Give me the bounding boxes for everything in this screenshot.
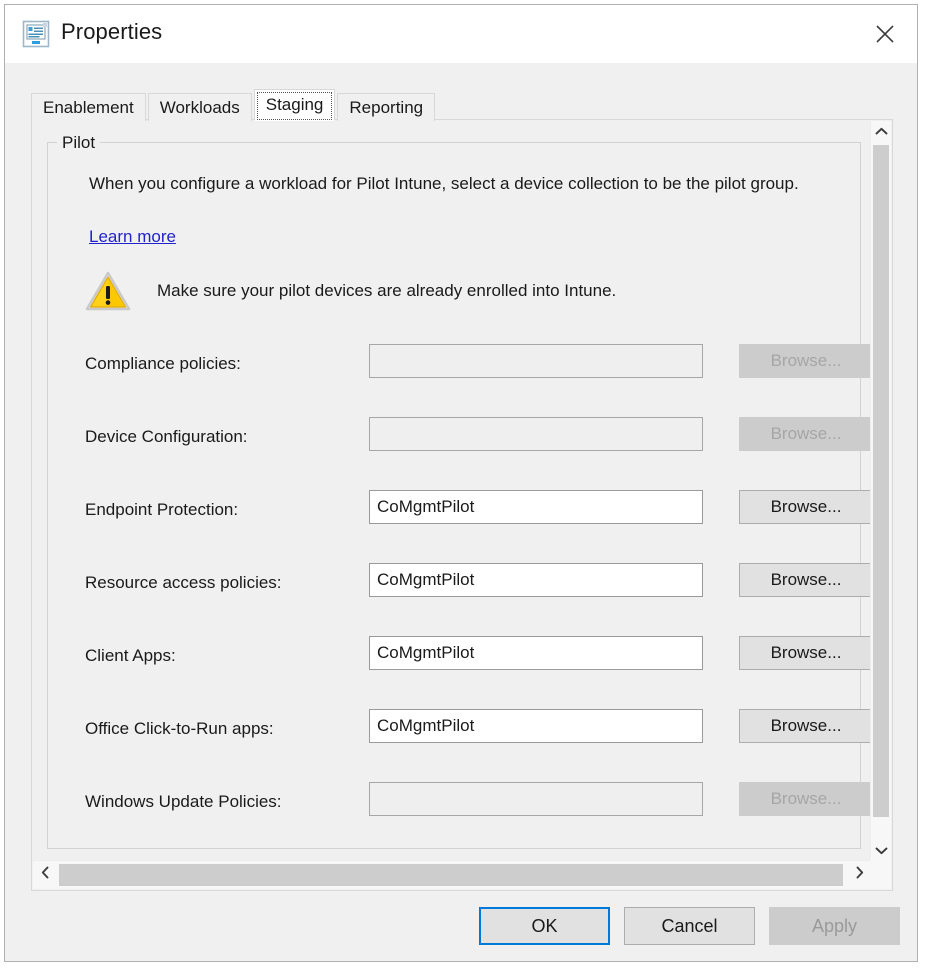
scrollbar-corner <box>870 860 891 889</box>
field-label: Office Click-to-Run apps: <box>85 719 274 739</box>
field-row-windows-update-policies: Windows Update Policies: Browse... <box>47 776 861 849</box>
dialog-footer: OK Cancel Apply <box>5 903 917 963</box>
compliance-policies-input[interactable] <box>369 344 703 378</box>
warning-banner: Make sure your pilot devices are already… <box>85 270 616 312</box>
window-title: Properties <box>61 19 162 45</box>
field-row-office-click-to-run-apps: Office Click-to-Run apps: CoMgmtPilot Br… <box>47 703 861 776</box>
title-bar: Properties <box>5 5 917 63</box>
chevron-down-icon <box>875 842 888 860</box>
field-label: Client Apps: <box>85 646 176 666</box>
device-configuration-browse-button[interactable]: Browse... <box>739 417 871 451</box>
tab-label: Enablement <box>43 98 134 118</box>
vertical-scrollbar[interactable] <box>870 121 891 861</box>
horizontal-scrollbar[interactable] <box>33 860 871 889</box>
pilot-group-box: Pilot When you configure a workload for … <box>47 133 861 849</box>
ok-button[interactable]: OK <box>479 907 610 945</box>
tab-reporting[interactable]: Reporting <box>337 93 435 121</box>
chevron-right-icon <box>855 866 864 884</box>
endpoint-protection-browse-button[interactable]: Browse... <box>739 490 871 524</box>
close-button[interactable] <box>853 5 917 63</box>
tab-focus-rectangle <box>257 92 333 120</box>
tab-page-staging: Pilot When you configure a workload for … <box>31 119 893 891</box>
close-icon <box>874 23 896 45</box>
field-row-compliance-policies: Compliance policies: Browse... <box>47 338 861 411</box>
tab-staging[interactable]: Staging <box>254 89 336 121</box>
tab-enablement[interactable]: Enablement <box>31 93 146 121</box>
tab-workloads[interactable]: Workloads <box>148 93 252 121</box>
compliance-policies-browse-button[interactable]: Browse... <box>739 344 871 378</box>
scroll-viewport: Pilot When you configure a workload for … <box>33 121 871 861</box>
resource-access-policies-input[interactable]: CoMgmtPilot <box>369 563 703 597</box>
windows-update-policies-input[interactable] <box>369 782 703 816</box>
client-apps-browse-button[interactable]: Browse... <box>739 636 871 670</box>
client-apps-input[interactable]: CoMgmtPilot <box>369 636 703 670</box>
field-label: Windows Update Policies: <box>85 792 282 812</box>
properties-dialog: Properties Enablement Workloads Staging … <box>4 4 918 962</box>
resource-access-policies-browse-button[interactable]: Browse... <box>739 563 871 597</box>
pilot-description: When you configure a workload for Pilot … <box>89 171 839 197</box>
tab-strip: Enablement Workloads Staging Reporting <box>31 89 437 121</box>
windows-update-policies-browse-button[interactable]: Browse... <box>739 782 871 816</box>
warning-triangle-icon <box>85 270 131 312</box>
device-configuration-input[interactable] <box>369 417 703 451</box>
office-click-to-run-apps-browse-button[interactable]: Browse... <box>739 709 871 743</box>
field-label: Compliance policies: <box>85 354 241 374</box>
field-row-resource-access-policies: Resource access policies: CoMgmtPilot Br… <box>47 557 861 630</box>
scroll-right-button[interactable] <box>847 861 871 889</box>
apply-button[interactable]: Apply <box>769 907 900 945</box>
office-click-to-run-apps-input[interactable]: CoMgmtPilot <box>369 709 703 743</box>
pilot-field-rows: Compliance policies: Browse... Device Co… <box>47 338 861 849</box>
field-row-device-configuration: Device Configuration: Browse... <box>47 411 861 484</box>
scroll-up-button[interactable] <box>871 121 891 142</box>
field-label: Device Configuration: <box>85 427 248 447</box>
scroll-down-button[interactable] <box>871 840 891 861</box>
properties-document-icon <box>21 19 51 49</box>
endpoint-protection-input[interactable]: CoMgmtPilot <box>369 490 703 524</box>
field-label: Resource access policies: <box>85 573 282 593</box>
field-row-client-apps: Client Apps: CoMgmtPilot Browse... <box>47 630 861 703</box>
field-row-endpoint-protection: Endpoint Protection: CoMgmtPilot Browse.… <box>47 484 861 557</box>
vertical-scroll-thumb[interactable] <box>873 145 889 817</box>
chevron-left-icon <box>41 866 50 884</box>
scroll-left-button[interactable] <box>33 861 57 889</box>
chevron-up-icon <box>875 123 888 141</box>
learn-more-link[interactable]: Learn more <box>89 227 176 247</box>
field-label: Endpoint Protection: <box>85 500 238 520</box>
cancel-button[interactable]: Cancel <box>624 907 755 945</box>
tab-label: Reporting <box>349 98 423 118</box>
tab-label: Workloads <box>160 98 240 118</box>
warning-text: Make sure your pilot devices are already… <box>157 281 616 301</box>
horizontal-scroll-thumb[interactable] <box>59 864 843 886</box>
